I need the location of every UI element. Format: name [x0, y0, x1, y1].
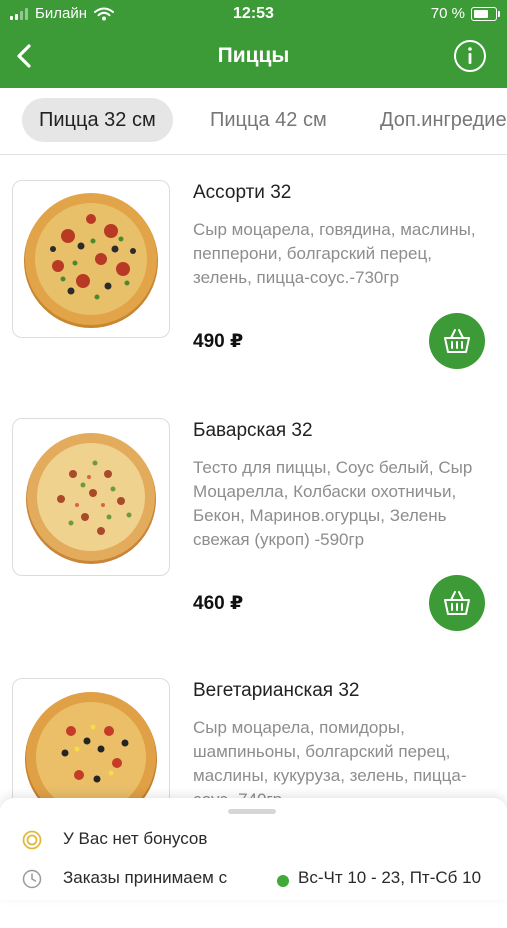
bonus-text: У Вас нет бонусов [63, 829, 208, 848]
nav-bar: Пиццы [0, 30, 507, 86]
info-button[interactable] [453, 39, 487, 73]
add-to-cart-button[interactable] [429, 313, 485, 369]
tab-extra-ingredients[interactable]: Доп.ингредиенты [380, 98, 507, 142]
orders-text: Заказы принимаем с [63, 868, 228, 887]
info-bottom-sheet: У Вас нет бонусов Заказы принимаем с Вс-… [0, 798, 507, 900]
product-name: Вегетарианская 32 [193, 680, 360, 701]
battery-icon [471, 6, 500, 21]
bonus-row: У Вас нет бонусов [0, 826, 507, 854]
product-description: Сыр моцарела, говядина, маслины, пепперо… [193, 220, 476, 287]
info-icon [454, 40, 486, 72]
product-name: Баварская 32 [193, 420, 313, 441]
add-to-cart-button[interactable] [429, 575, 485, 631]
basket-icon [444, 591, 470, 615]
tab-pizza-42[interactable]: Пицца 42 см [210, 98, 327, 142]
working-hours: Вс-Чт 10 - 23, Пт-Сб 10 [298, 868, 482, 887]
product-description: Тесто для пиццы, Соус белый, Сыр Моцарел… [193, 458, 473, 549]
status-bar: Билайн 12:53 70 % [0, 0, 507, 30]
product-name: Ассорти 32 [193, 182, 292, 203]
top-bar: Билайн 12:53 70 % Пиццы [0, 0, 507, 88]
clock-icon [22, 869, 42, 889]
category-tabs: Пицца 32 см Пицца 42 см Доп.ингредиенты [0, 88, 507, 155]
product-image [12, 180, 170, 338]
battery-group: 70 % [430, 5, 500, 22]
page-title: Пиццы [217, 44, 290, 67]
product-card[interactable]: Ассорти 32 Сыр моцарела, говядина, масли… [0, 180, 507, 430]
product-card[interactable]: Баварская 32 Тесто для пиццы, Соус белый… [0, 418, 507, 668]
battery-percent: 70 % [430, 5, 465, 22]
product-image [12, 418, 170, 576]
hours-row: Заказы принимаем с Вс-Чт 10 - 23, Пт-Сб … [0, 865, 507, 893]
open-status-indicator [277, 875, 289, 887]
sheet-grabber[interactable] [228, 809, 276, 814]
product-price: 460 ₽ [193, 593, 244, 614]
product-price: 490 ₽ [193, 331, 244, 352]
basket-icon [444, 329, 470, 353]
coin-icon [22, 830, 42, 850]
tab-pizza-32[interactable]: Пицца 32 см [22, 98, 173, 142]
